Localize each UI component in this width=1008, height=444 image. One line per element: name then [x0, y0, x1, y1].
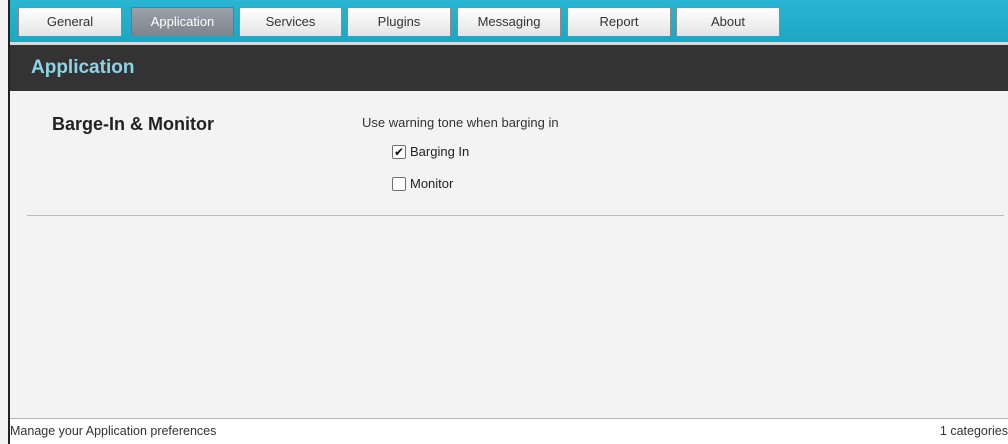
option-monitor[interactable]: Monitor [392, 176, 453, 191]
tab-services[interactable]: Services [239, 7, 342, 36]
tab-plugins[interactable]: Plugins [347, 7, 451, 36]
tab-about[interactable]: About [676, 7, 780, 36]
preferences-window: General Application Services Plugins Mes… [0, 0, 1008, 444]
tab-report[interactable]: Report [567, 7, 671, 36]
tab-messaging[interactable]: Messaging [457, 7, 561, 36]
barging-in-label[interactable]: Barging In [410, 144, 469, 159]
section-title: Barge-In & Monitor [52, 114, 214, 134]
page-title: Application [31, 57, 135, 78]
status-bar: Manage your Application preferences 1 ca… [10, 418, 1008, 444]
page-header: Application [10, 45, 1008, 91]
section-description: Use warning tone when barging in [362, 115, 559, 130]
category-count: 1 categories [939, 424, 1008, 438]
status-message: Manage your Application preferences [10, 424, 217, 438]
option-barging-in[interactable]: ✔ Barging In [392, 144, 469, 159]
monitor-checkbox[interactable] [392, 176, 406, 191]
section-divider [27, 215, 1004, 216]
barging-in-checkbox[interactable]: ✔ [392, 144, 406, 159]
tab-application[interactable]: Application [131, 7, 234, 36]
tab-general[interactable]: General [18, 7, 122, 36]
check-icon: ✔ [393, 144, 405, 159]
tab-bar: General Application Services Plugins Mes… [10, 0, 1008, 42]
monitor-label[interactable]: Monitor [410, 176, 453, 191]
